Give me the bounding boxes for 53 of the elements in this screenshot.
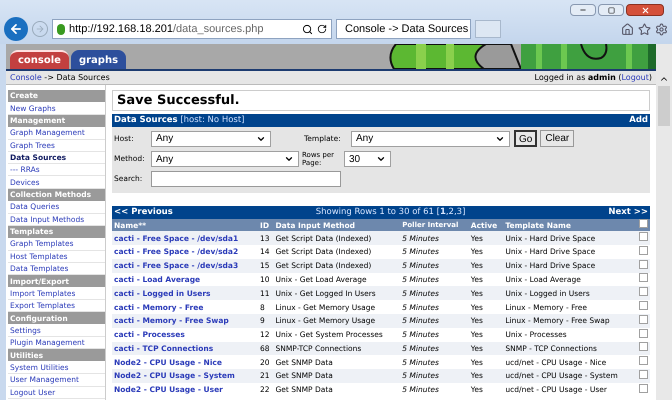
back-button[interactable] (4, 17, 28, 41)
nav-tab[interactable]: console (10, 50, 69, 69)
host-select[interactable]: Any (151, 130, 271, 146)
go-button[interactable]: Go (514, 130, 538, 147)
row-checkbox[interactable] (638, 260, 648, 269)
scrollbar-thumb[interactable] (658, 86, 670, 126)
row-checkbox[interactable] (638, 301, 648, 310)
dropdown-caret-icon (376, 154, 386, 164)
row-checkbox[interactable] (638, 273, 648, 282)
row-checkbox[interactable] (638, 232, 648, 242)
template-select[interactable]: Any (351, 130, 510, 146)
save-message: Save Successful. (112, 90, 650, 111)
url-text: http://192.168.18.201/data_sources.php (69, 22, 264, 37)
pager-status: Showing Rows 1 to 30 of 61 [1,2,3] (316, 206, 466, 219)
row-checkbox[interactable] (638, 246, 648, 255)
search-field[interactable] (151, 171, 341, 187)
next-link[interactable]: Next >> (608, 206, 648, 219)
breadcrumb-link[interactable]: Console (10, 72, 42, 82)
row-checkbox[interactable] (638, 370, 648, 379)
new-tab-button[interactable] (475, 20, 501, 38)
rows-per-page-select[interactable]: 30 (344, 151, 391, 167)
panel-title: Data Sources [host: No Host] (114, 114, 244, 127)
close-icon (640, 6, 650, 14)
scrollbar[interactable] (656, 44, 672, 400)
refresh-icon[interactable] (317, 24, 327, 34)
method-select[interactable]: Any (151, 151, 299, 167)
breadcrumb: Console -> Data Sources (10, 72, 110, 84)
search-icon[interactable] (302, 24, 313, 34)
previous-link[interactable]: << Previous (114, 206, 173, 219)
forward-arrow-icon (35, 24, 45, 34)
clear-button[interactable]: Clear (540, 130, 574, 147)
row-checkbox[interactable] (638, 219, 648, 228)
row-checkbox[interactable] (638, 356, 648, 366)
browser-tab[interactable]: Console -> Data Sources (336, 19, 471, 39)
forward-button[interactable] (32, 21, 48, 37)
row-checkbox[interactable] (638, 342, 648, 352)
site-leaf-icon (57, 24, 65, 34)
row-checkbox[interactable] (638, 328, 648, 338)
row-checkbox[interactable] (638, 287, 648, 296)
row-checkbox[interactable] (638, 384, 648, 393)
logout-link[interactable]: Logout (621, 72, 649, 82)
favorites-star-icon[interactable] (638, 22, 651, 36)
login-status: Logged in as admin (Logout) (534, 72, 652, 84)
dropdown-caret-icon (284, 154, 294, 164)
maximize-button[interactable] (598, 4, 624, 16)
close-window-button[interactable] (626, 4, 664, 16)
nav-tab[interactable]: graphs (70, 50, 126, 69)
home-icon[interactable] (621, 22, 634, 36)
address-bar[interactable]: http://192.168.18.201/data_sources.php (52, 19, 332, 39)
add-link[interactable]: Add (629, 114, 648, 127)
settings-icon[interactable] (655, 22, 668, 36)
maximize-icon (608, 6, 614, 14)
row-checkbox[interactable] (638, 314, 648, 324)
